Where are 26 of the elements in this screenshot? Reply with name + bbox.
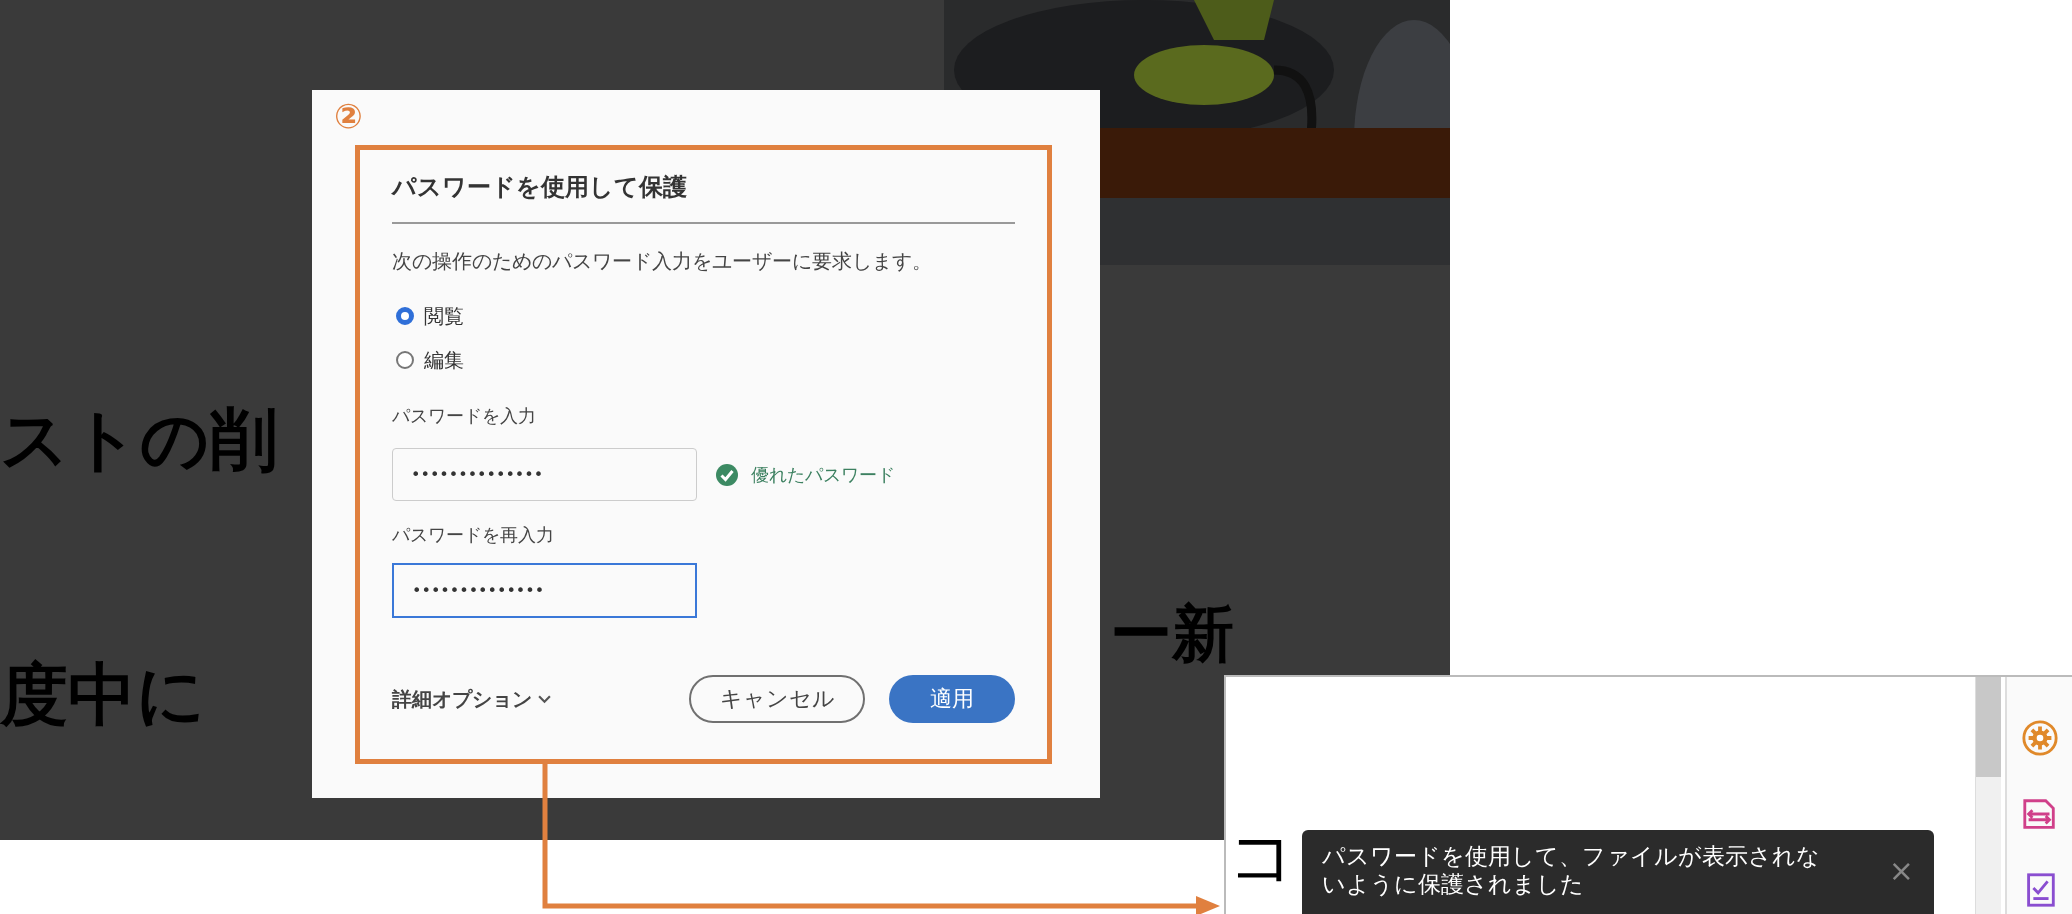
chevron-down-icon	[538, 694, 551, 704]
dialog-title: パスワードを使用して保護	[392, 172, 1015, 224]
document-text: ー新	[1110, 598, 1234, 670]
more-options-link[interactable]: 詳細オプション	[392, 685, 551, 713]
notification-text: パスワードを使用して、ファイルが表示されないように保護されました	[1322, 842, 1821, 899]
option-label[interactable]: 編集	[424, 346, 464, 374]
apply-button[interactable]: 適用	[889, 675, 1015, 723]
cancel-button[interactable]: キャンセル	[689, 675, 865, 723]
strength-text: 優れたパスワード	[751, 462, 895, 487]
field-label: パスワードを再入力	[392, 523, 555, 547]
scrollbar[interactable]	[1975, 677, 2001, 914]
document-text: コ	[1228, 817, 1296, 897]
close-button[interactable]: ×	[1888, 856, 1914, 886]
radio-button[interactable]	[396, 351, 414, 369]
document-text: 度中に	[0, 655, 206, 735]
gear-icon	[2020, 719, 2059, 757]
radio-button[interactable]	[396, 307, 414, 325]
step-number: ②	[334, 96, 363, 136]
password-field[interactable]: ••••••••••••••	[392, 563, 697, 618]
description-text: 次の操作のためのパスワード入力をユーザーに要求します。	[392, 248, 933, 274]
check-icon	[715, 462, 739, 487]
password-field[interactable]: ••••••••••••••	[392, 448, 697, 501]
field-label: パスワードを入力	[392, 404, 537, 428]
document-text: ストの削	[0, 400, 278, 480]
scrollbar-thumb[interactable]	[1976, 677, 2001, 777]
option-label[interactable]: 閲覧	[424, 302, 464, 330]
